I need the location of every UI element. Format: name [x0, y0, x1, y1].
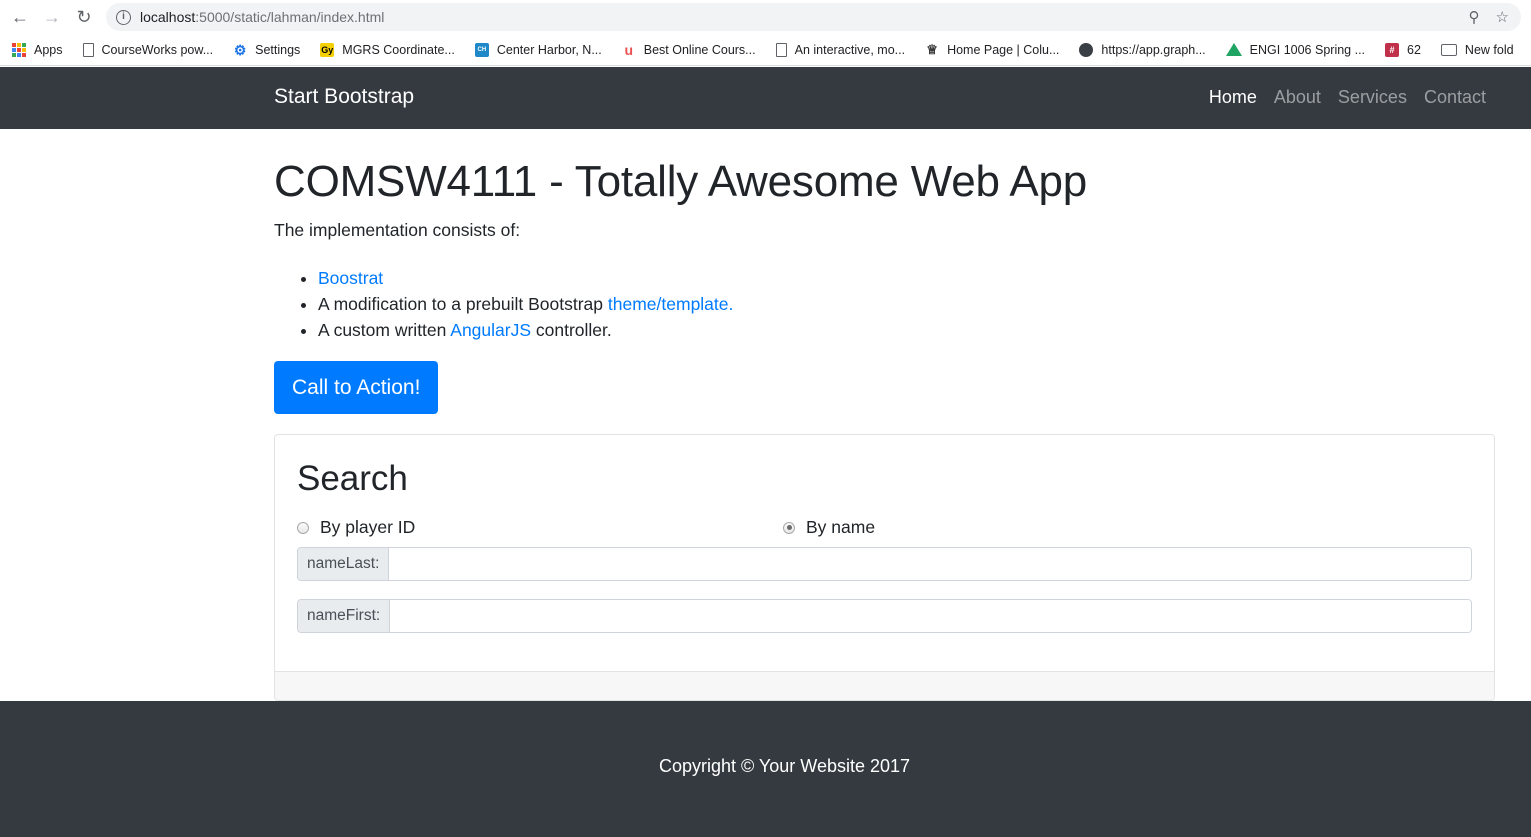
bookmark-label: ENGI 1006 Spring ... [1249, 42, 1366, 57]
item-text: controller. [531, 320, 612, 340]
mgrs-icon: Gy [320, 42, 335, 57]
bookmark-label: https://app.graph... [1101, 42, 1206, 57]
folder-icon [1440, 43, 1457, 56]
navbar-brand[interactable]: Start Bootstrap [274, 85, 414, 109]
radio-by-player-id[interactable]: By player ID [297, 517, 415, 538]
name-first-group: nameFirst: [297, 599, 1472, 633]
bookmarks-bar: Apps CourseWorks pow... ⚙ Settings Gy MG… [0, 34, 1531, 66]
search-card: Search By player ID By name nameLast: na… [274, 434, 1495, 701]
bookmark-label: Settings [255, 42, 301, 57]
intro-text: The implementation consists of: [274, 220, 521, 240]
name-first-label: nameFirst: [298, 600, 391, 632]
udemy-icon: u [624, 41, 634, 58]
bookmark-label: 62 [1407, 42, 1421, 57]
document-icon [775, 42, 787, 57]
bookmark-interactive[interactable]: An interactive, mo... [775, 42, 906, 57]
url-text: localhost:5000/static/lahman/index.html [140, 9, 384, 25]
name-last-group: nameLast: [297, 547, 1472, 581]
nav-link-contact[interactable]: Contact [1424, 87, 1486, 108]
site-footer: Copyright © Your Website 2017 [0, 701, 1531, 837]
radio-by-name[interactable]: By name [783, 517, 875, 538]
back-arrow-icon[interactable]: ← [4, 0, 36, 34]
name-last-input[interactable] [389, 548, 1471, 580]
site-info-icon[interactable]: i [116, 9, 131, 25]
bookmark-new-folder[interactable]: New fold [1440, 42, 1514, 57]
implementation-list: Boostrat A modification to a prebuilt Bo… [274, 265, 1495, 343]
theme-template-link[interactable]: theme/template. [608, 294, 733, 314]
item-text: A custom written [318, 320, 451, 340]
bookmark-engi[interactable]: ENGI 1006 Spring ... [1225, 42, 1366, 57]
page-title: COMSW4111 - Totally Awesome Web App [274, 157, 1088, 206]
bookmark-label: Best Online Cours... [643, 42, 756, 57]
bookmark-mgrs[interactable]: Gy MGRS Coordinate... [320, 42, 455, 57]
nav-link-about[interactable]: About [1274, 87, 1321, 108]
copyright-text: Copyright © Your Website 2017 [658, 756, 911, 776]
zoom-icon[interactable]: ⚲ [1469, 8, 1480, 26]
bookmark-62[interactable]: # 62 [1385, 42, 1421, 57]
bookmark-settings[interactable]: ⚙ Settings [233, 43, 300, 57]
bookmark-udemy[interactable]: u Best Online Cours... [622, 41, 756, 58]
address-bar[interactable]: i localhost:5000/static/lahman/index.htm… [106, 3, 1521, 31]
search-title: Search [297, 459, 408, 498]
circle-icon [1079, 42, 1094, 57]
name-last-label: nameLast: [298, 548, 390, 580]
card-footer [275, 671, 1494, 700]
angularjs-link[interactable]: AngularJS [450, 320, 531, 340]
bookmark-apps[interactable]: Apps [12, 42, 63, 57]
item-text: A modification to a prebuilt Bootstrap [318, 294, 608, 314]
list-item: Boostrat [318, 265, 1495, 291]
bookmark-columbia[interactable]: ♕ Home Page | Colu... [925, 41, 1060, 57]
forward-arrow-icon[interactable]: → [36, 0, 68, 34]
bookmark-label: CourseWorks pow... [101, 42, 214, 57]
list-item: A modification to a prebuilt Bootstrap t… [318, 291, 1495, 317]
bookmark-label: An interactive, mo... [794, 42, 906, 57]
nav-links: Home About Services Contact [1209, 87, 1486, 108]
bookmark-label: MGRS Coordinate... [342, 42, 455, 57]
drive-icon [1225, 43, 1242, 56]
radio-player-id-control[interactable] [297, 521, 309, 534]
bookmark-label: Apps [34, 42, 63, 57]
bookmark-label: Center Harbor, N... [496, 42, 602, 57]
gear-icon: ⚙ [233, 41, 247, 58]
bootstrap-link[interactable]: Boostrat [318, 268, 383, 288]
list-item: A custom written AngularJS controller. [318, 317, 1495, 343]
browser-toolbar: ← → ↻ i localhost:5000/static/lahman/ind… [0, 0, 1531, 34]
slack-icon: # [1385, 42, 1400, 57]
site-navbar: Start Bootstrap Home About Services Cont… [0, 67, 1531, 129]
bookmark-courseworks[interactable]: CourseWorks pow... [82, 42, 214, 57]
nav-link-services[interactable]: Services [1338, 87, 1407, 108]
bookmark-graph[interactable]: https://app.graph... [1079, 42, 1206, 57]
apps-grid-icon [12, 42, 26, 57]
url-host: localhost [140, 9, 196, 25]
bookmark-label: Home Page | Colu... [947, 42, 1060, 57]
reload-icon[interactable]: ↻ [68, 0, 100, 34]
call-to-action-button[interactable]: Call to Action! [274, 361, 439, 414]
document-icon [82, 42, 94, 57]
url-path: :5000/static/lahman/index.html [195, 9, 385, 25]
radio-label: By player ID [320, 517, 416, 537]
radio-label: By name [806, 517, 876, 537]
nav-link-home[interactable]: Home [1209, 87, 1257, 108]
harbor-icon: CH [474, 42, 489, 57]
name-first-input[interactable] [390, 600, 1471, 632]
crown-icon: ♕ [926, 41, 938, 57]
main-content: COMSW4111 - Totally Awesome Web App The … [274, 129, 1495, 414]
bookmark-center-harbor[interactable]: CH Center Harbor, N... [474, 42, 602, 57]
bookmark-star-icon[interactable]: ☆ [1496, 8, 1509, 26]
radio-name-control[interactable] [783, 521, 795, 534]
bookmark-label: New fold [1464, 42, 1514, 57]
